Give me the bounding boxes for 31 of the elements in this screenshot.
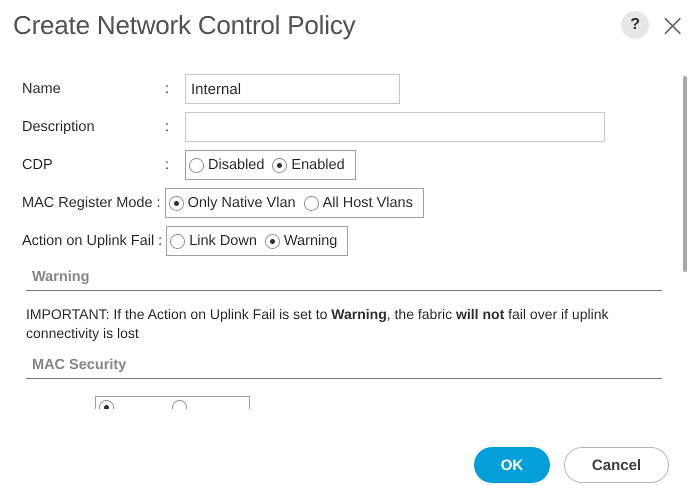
field-label: CDP [22,157,54,173]
radio-label[interactable]: Disabled [208,157,264,173]
close-button[interactable]: × [659,9,686,41]
radio-button[interactable] [304,196,319,210]
colon: : [158,233,162,249]
warning-text: IMPORTANT: If the Action on Uplink Fail is set to Warning, the fabric will not fail over if uplink connectivity is lost [26,305,610,343]
radio-label[interactable]: Enabled [291,157,345,173]
dialog-title: Create Network Control Policy [13,10,356,40]
field-label: Description [22,119,96,135]
radio-button[interactable] [272,158,288,172]
section-heading: Warning [26,264,662,291]
colon: : [165,157,170,173]
section-heading: MAC Security [26,352,662,379]
field-label: Name [22,81,62,97]
radio-label[interactable]: Link Down [189,233,257,249]
help-button[interactable]: ? [621,11,650,39]
field-label: Action on Uplink Fail [22,233,154,249]
radio-button[interactable] [264,234,280,248]
radio-button[interactable] [168,196,184,210]
radio-label[interactable]: All Host Vlans [322,195,413,211]
radio-label[interactable]: Only Native Vlan [188,195,296,211]
colon: : [165,119,170,135]
radio-button[interactable] [170,234,186,248]
field-label: MAC Register Mode [22,195,153,211]
colon: : [165,81,170,97]
text-field[interactable]: Internal [185,74,400,104]
cancel-button[interactable]: Cancel [564,447,669,483]
text-field[interactable] [185,112,605,142]
radio-label[interactable]: Warning [284,233,338,249]
colon: : [156,195,161,211]
radio-button[interactable] [189,158,204,172]
